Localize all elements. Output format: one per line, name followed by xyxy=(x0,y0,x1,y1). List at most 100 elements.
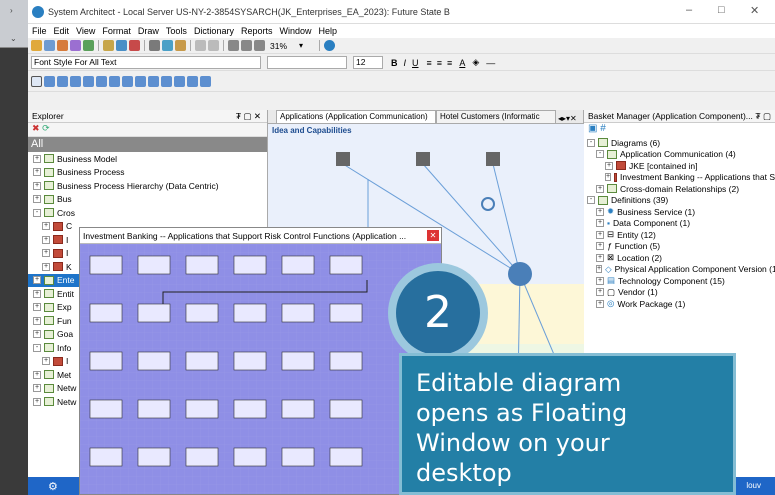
expand-icon[interactable]: + xyxy=(596,253,604,262)
delete-icon[interactable] xyxy=(129,40,140,51)
expand-icon[interactable]: + xyxy=(596,288,604,297)
expand-icon[interactable]: + xyxy=(33,397,41,406)
basket-item[interactable]: + ⊟ Entity (12) xyxy=(584,229,775,241)
zoom-level[interactable]: 31% xyxy=(270,41,287,51)
menu-window[interactable]: Window xyxy=(279,26,311,36)
expand-icon[interactable]: + xyxy=(42,235,50,244)
expand-icon[interactable]: + xyxy=(33,289,41,298)
preview-icon[interactable] xyxy=(162,40,173,51)
close-button[interactable]: ✕ xyxy=(750,4,759,17)
basket-item[interactable]: + ◎ Work Package (1) xyxy=(584,298,775,310)
zoom-dropdown-icon[interactable]: ▾ xyxy=(299,41,303,50)
menu-format[interactable]: Format xyxy=(102,26,131,36)
tree-item[interactable]: + Bus xyxy=(28,193,267,207)
minimize-button[interactable]: – xyxy=(686,4,692,16)
draw-tool-icon[interactable] xyxy=(174,76,185,87)
expand-icon[interactable]: + xyxy=(605,161,613,170)
expand-icon[interactable]: + xyxy=(596,230,604,239)
floating-close-button[interactable]: ✕ xyxy=(427,230,439,241)
basket-item[interactable]: - Diagrams (6) xyxy=(584,137,775,149)
expand-icon[interactable]: + xyxy=(33,330,41,339)
draw-tool-icon[interactable] xyxy=(148,76,159,87)
draw-tool-icon[interactable] xyxy=(187,76,198,87)
paste-icon[interactable] xyxy=(195,40,206,51)
menu-tools[interactable]: Tools xyxy=(166,26,187,36)
expand-icon[interactable]: + xyxy=(33,181,41,190)
draw-tool-icon[interactable] xyxy=(96,76,107,87)
basket-item[interactable]: + ▢ Vendor (1) xyxy=(584,287,775,299)
basket-item[interactable]: + ◇ Physical Application Component Version… xyxy=(584,264,775,276)
align-left-icon[interactable]: ≡ xyxy=(427,58,432,68)
expand-icon[interactable]: + xyxy=(596,219,604,228)
expand-icon[interactable]: + xyxy=(605,173,612,182)
draw-tool-icon[interactable] xyxy=(122,76,133,87)
save-icon[interactable] xyxy=(116,40,127,51)
tree-item[interactable]: + Business Process xyxy=(28,166,267,180)
collapse-icon[interactable]: - xyxy=(33,343,41,352)
basket-item[interactable]: + ƒ Function (5) xyxy=(584,241,775,253)
expand-icon[interactable]: + xyxy=(596,184,604,193)
menu-dictionary[interactable]: Dictionary xyxy=(194,26,234,36)
expand-icon[interactable]: + xyxy=(42,222,50,231)
italic-icon[interactable]: I xyxy=(404,58,407,68)
font-style-select[interactable]: Font Style For All Text xyxy=(31,56,261,69)
zoom-out-icon[interactable] xyxy=(254,40,265,51)
floating-title-bar[interactable]: Investment Banking -- Applications that … xyxy=(80,228,441,244)
menu-view[interactable]: View xyxy=(76,26,95,36)
expand-icon[interactable]: + xyxy=(33,195,41,204)
expand-icon[interactable]: + xyxy=(596,265,603,274)
fill-color-icon[interactable]: ◈ xyxy=(472,57,479,68)
draw-tool-icon[interactable] xyxy=(44,76,55,87)
open-icon[interactable] xyxy=(31,40,42,51)
refresh-icon[interactable]: ⟳ xyxy=(42,123,50,133)
properties-icon[interactable] xyxy=(70,40,81,51)
expand-icon[interactable]: + xyxy=(596,299,604,308)
basket-item[interactable]: + JKE [contained in] xyxy=(584,160,775,172)
draw-tool-icon[interactable] xyxy=(161,76,172,87)
bold-icon[interactable]: B xyxy=(391,58,398,68)
hash-icon[interactable]: ▣ # xyxy=(588,123,606,134)
expand-icon[interactable]: + xyxy=(596,207,604,216)
expand-icon[interactable]: + xyxy=(33,370,41,379)
basket-item[interactable]: + ✹ Business Service (1) xyxy=(584,206,775,218)
align-right-icon[interactable]: ≡ xyxy=(447,58,452,68)
floating-diagram-canvas[interactable] xyxy=(80,244,441,494)
expand-icon[interactable]: + xyxy=(33,316,41,325)
expand-icon[interactable]: + xyxy=(42,262,50,271)
collapse-icon[interactable]: - xyxy=(33,208,41,217)
font-size-select[interactable]: 12 xyxy=(353,56,383,69)
basket-item[interactable]: + Investment Banking -- Applications that… xyxy=(584,172,775,184)
cut-icon[interactable] xyxy=(175,40,186,51)
taskbar-app-icon[interactable]: ⚙ xyxy=(48,480,58,493)
basket-item[interactable]: - Application Communication (4) xyxy=(584,149,775,161)
menu-help[interactable]: Help xyxy=(318,26,337,36)
delete-icon[interactable]: ✖ xyxy=(32,123,40,133)
pointer-tool-icon[interactable] xyxy=(31,76,42,87)
collapse-icon[interactable]: - xyxy=(587,138,595,147)
collapse-icon[interactable]: - xyxy=(587,196,595,205)
tree-item[interactable]: - Cros xyxy=(28,206,267,220)
new-icon[interactable] xyxy=(103,40,114,51)
font-name-select[interactable] xyxy=(267,56,347,69)
basket-item[interactable]: + ⊠ Location (2) xyxy=(584,252,775,264)
align-center-icon[interactable]: ≡ xyxy=(437,58,442,68)
font-color-icon[interactable]: A xyxy=(459,58,465,68)
floating-diagram-window[interactable]: Investment Banking -- Applications that … xyxy=(79,227,442,495)
draw-tool-icon[interactable] xyxy=(83,76,94,87)
line-style-icon[interactable]: — xyxy=(486,58,495,68)
expand-icon[interactable]: + xyxy=(42,357,50,366)
copy-icon[interactable] xyxy=(57,40,68,51)
basket-item[interactable]: - Definitions (39) xyxy=(584,195,775,207)
menu-draw[interactable]: Draw xyxy=(138,26,159,36)
draw-tool-icon[interactable] xyxy=(200,76,211,87)
expand-icon[interactable]: + xyxy=(33,168,41,177)
menu-file[interactable]: File xyxy=(32,26,47,36)
basket-item[interactable]: + ▪ Data Component (1) xyxy=(584,218,775,230)
expand-icon[interactable]: + xyxy=(33,303,41,312)
expand-icon[interactable]: + xyxy=(33,154,41,163)
draw-tool-icon[interactable] xyxy=(135,76,146,87)
draw-tool-icon[interactable] xyxy=(57,76,68,87)
expand-icon[interactable]: + xyxy=(33,384,41,393)
expand-icon[interactable]: + xyxy=(596,276,604,285)
expand-icon[interactable]: + xyxy=(596,242,604,251)
